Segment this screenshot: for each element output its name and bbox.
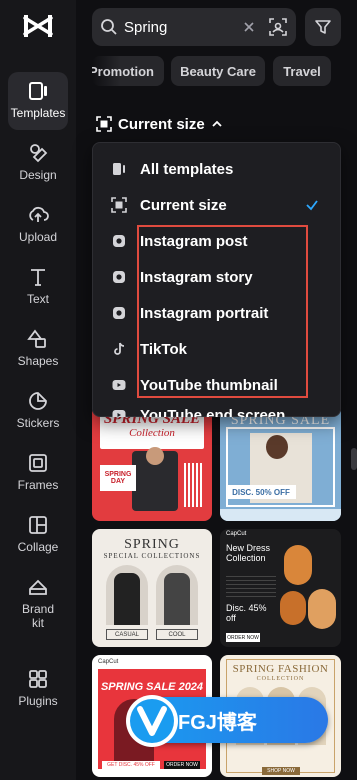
template-title: New Dress Collection <box>226 543 271 563</box>
sidebar-item-text[interactable]: Text <box>8 258 68 316</box>
filter-button[interactable] <box>305 8 341 46</box>
instagram-icon <box>113 271 125 283</box>
search-bar[interactable] <box>92 8 296 46</box>
dropdown-option-youtube-thumbnail[interactable]: YouTube thumbnail <box>93 367 342 403</box>
text-icon <box>31 269 45 286</box>
youtube-icon <box>112 410 126 417</box>
youtube-icon <box>112 380 126 390</box>
sidebar-item-label: Brand kit <box>21 602 55 630</box>
brand-kit-icon <box>29 579 47 595</box>
instagram-icon <box>113 235 125 247</box>
category-chip[interactable]: Promotion <box>92 56 164 86</box>
size-filter-label: Current size <box>118 115 205 133</box>
template-button: ORDER NOW <box>164 761 200 769</box>
design-icon <box>30 144 48 163</box>
sidebar-item-stickers[interactable]: Stickers <box>8 382 68 440</box>
fgj-logo-icon <box>126 695 178 747</box>
dropdown-option-tiktok[interactable]: TikTok <box>93 331 342 367</box>
template-subtitle: Disc. 45% off <box>226 603 267 623</box>
sidebar-item-upload[interactable]: Upload <box>8 196 68 254</box>
dropdown-option-label: Current size <box>140 196 227 214</box>
filter-icon <box>315 20 331 34</box>
instagram-icon <box>113 307 125 319</box>
template-title: SPRING <box>124 537 180 552</box>
tiktok-icon <box>114 342 125 355</box>
dropdown-option-youtube-end-screen[interactable]: YouTube end screen <box>93 403 342 417</box>
sidebar-item-label: Upload <box>18 230 58 244</box>
watermark-badge: FGJ博客 <box>126 695 328 747</box>
template-subtitle: SPECIAL COLLECTIONS <box>103 552 201 560</box>
sidebar-item-label: Text <box>26 292 49 306</box>
dropdown-option-label: Instagram post <box>140 232 248 250</box>
template-brand: CapCut <box>98 659 119 665</box>
template-button: SHOP NOW <box>262 767 300 775</box>
sidebar-item-label: Shapes <box>17 354 59 368</box>
dropdown-option-instagram-story[interactable]: Instagram story <box>93 259 342 295</box>
sidebar-item-brand-kit[interactable]: Brand kit <box>8 568 68 634</box>
dropdown-option-all-templates[interactable]: All templates <box>93 151 342 187</box>
template-button: CASUAL <box>106 629 148 640</box>
template-button: ORDER NOW <box>226 633 260 642</box>
dropdown-option-label: Instagram story <box>140 268 253 286</box>
template-subtitle: COLLECTION <box>256 676 305 682</box>
dropdown-option-instagram-portrait[interactable]: Instagram portrait <box>93 295 342 331</box>
template-title: SPRING FASHION <box>232 663 329 675</box>
template-card[interactable]: CapCut New Dress Collection Disc. 45% of… <box>220 529 341 647</box>
size-dropdown-menu: All templates Current size Instagram pos… <box>92 142 341 417</box>
frames-icon <box>29 454 47 472</box>
sidebar-item-frames[interactable]: Frames <box>8 444 68 502</box>
sidebar-item-label: Design <box>19 168 57 182</box>
sidebar-item-templates[interactable]: Templates <box>8 72 68 130</box>
collage-icon <box>29 516 47 534</box>
sidebar-item-label: Frames <box>17 478 59 492</box>
template-button: COOL <box>156 629 198 640</box>
template-card[interactable]: SPRING SALE DISC. 50% OFF <box>220 405 341 521</box>
template-card[interactable]: SPRING SALE Collection SPRING DAY <box>92 405 212 521</box>
app-root: Templates Design Upload Text Shapes Stic… <box>0 0 357 780</box>
sidebar-item-label: Collage <box>17 540 59 554</box>
sidebar-item-plugins[interactable]: Plugins <box>8 660 68 718</box>
sidebar-item-collage[interactable]: Collage <box>8 506 68 564</box>
image-search-icon[interactable] <box>268 17 288 37</box>
template-subtitle: GET DISC. 45% OFF <box>102 761 160 769</box>
sidebar-item-design[interactable]: Design <box>8 134 68 192</box>
category-chip[interactable]: Travel <box>273 56 331 86</box>
chevron-up-icon <box>212 120 222 127</box>
sidebar-item-label: Stickers <box>16 416 60 430</box>
resize-icon <box>96 116 112 132</box>
phone-icon <box>113 163 125 175</box>
checkmark-icon <box>306 200 318 211</box>
dropdown-option-current-size[interactable]: Current size <box>93 187 342 223</box>
resize-icon <box>111 197 127 213</box>
shapes-icon <box>27 329 46 348</box>
sidebar: Templates Design Upload Text Shapes Stic… <box>0 0 76 780</box>
template-card[interactable]: SPRING SPECIAL COLLECTIONS CASUAL COOL <box>92 529 212 647</box>
dropdown-option-label: Instagram portrait <box>140 304 269 322</box>
watermark-text: FGJ博客 <box>178 711 257 734</box>
dropdown-option-label: YouTube thumbnail <box>140 376 278 394</box>
templates-icon <box>29 82 47 100</box>
category-chip[interactable]: Beauty Care <box>171 56 265 86</box>
plugins-icon <box>29 670 47 688</box>
sidebar-item-label: Plugins <box>18 694 58 708</box>
template-title: SPRING SALE 2024 <box>100 681 204 693</box>
search-icon <box>101 19 117 35</box>
dropdown-option-label: YouTube end screen <box>140 407 286 417</box>
dropdown-option-label: TikTok <box>140 340 187 358</box>
dropdown-option-label: All templates <box>140 160 234 178</box>
sidebar-item-shapes[interactable]: Shapes <box>8 320 68 378</box>
clear-icon[interactable] <box>242 20 256 34</box>
sidebar-item-label: Templates <box>10 106 66 120</box>
template-subtitle: Collection <box>129 427 175 439</box>
template-footer: SPRING DAY <box>100 465 136 491</box>
template-subtitle: DISC. 50% OFF <box>226 485 296 499</box>
dropdown-option-instagram-post[interactable]: Instagram post <box>93 223 342 259</box>
template-brand: CapCut <box>226 531 247 537</box>
panel-resize-handle[interactable] <box>351 448 357 470</box>
stickers-icon <box>29 392 47 410</box>
capcut-logo-icon[interactable] <box>22 12 54 40</box>
search-input[interactable] <box>124 18 232 36</box>
size-filter-toggle[interactable]: Current size <box>96 112 223 136</box>
upload-icon <box>29 206 49 222</box>
